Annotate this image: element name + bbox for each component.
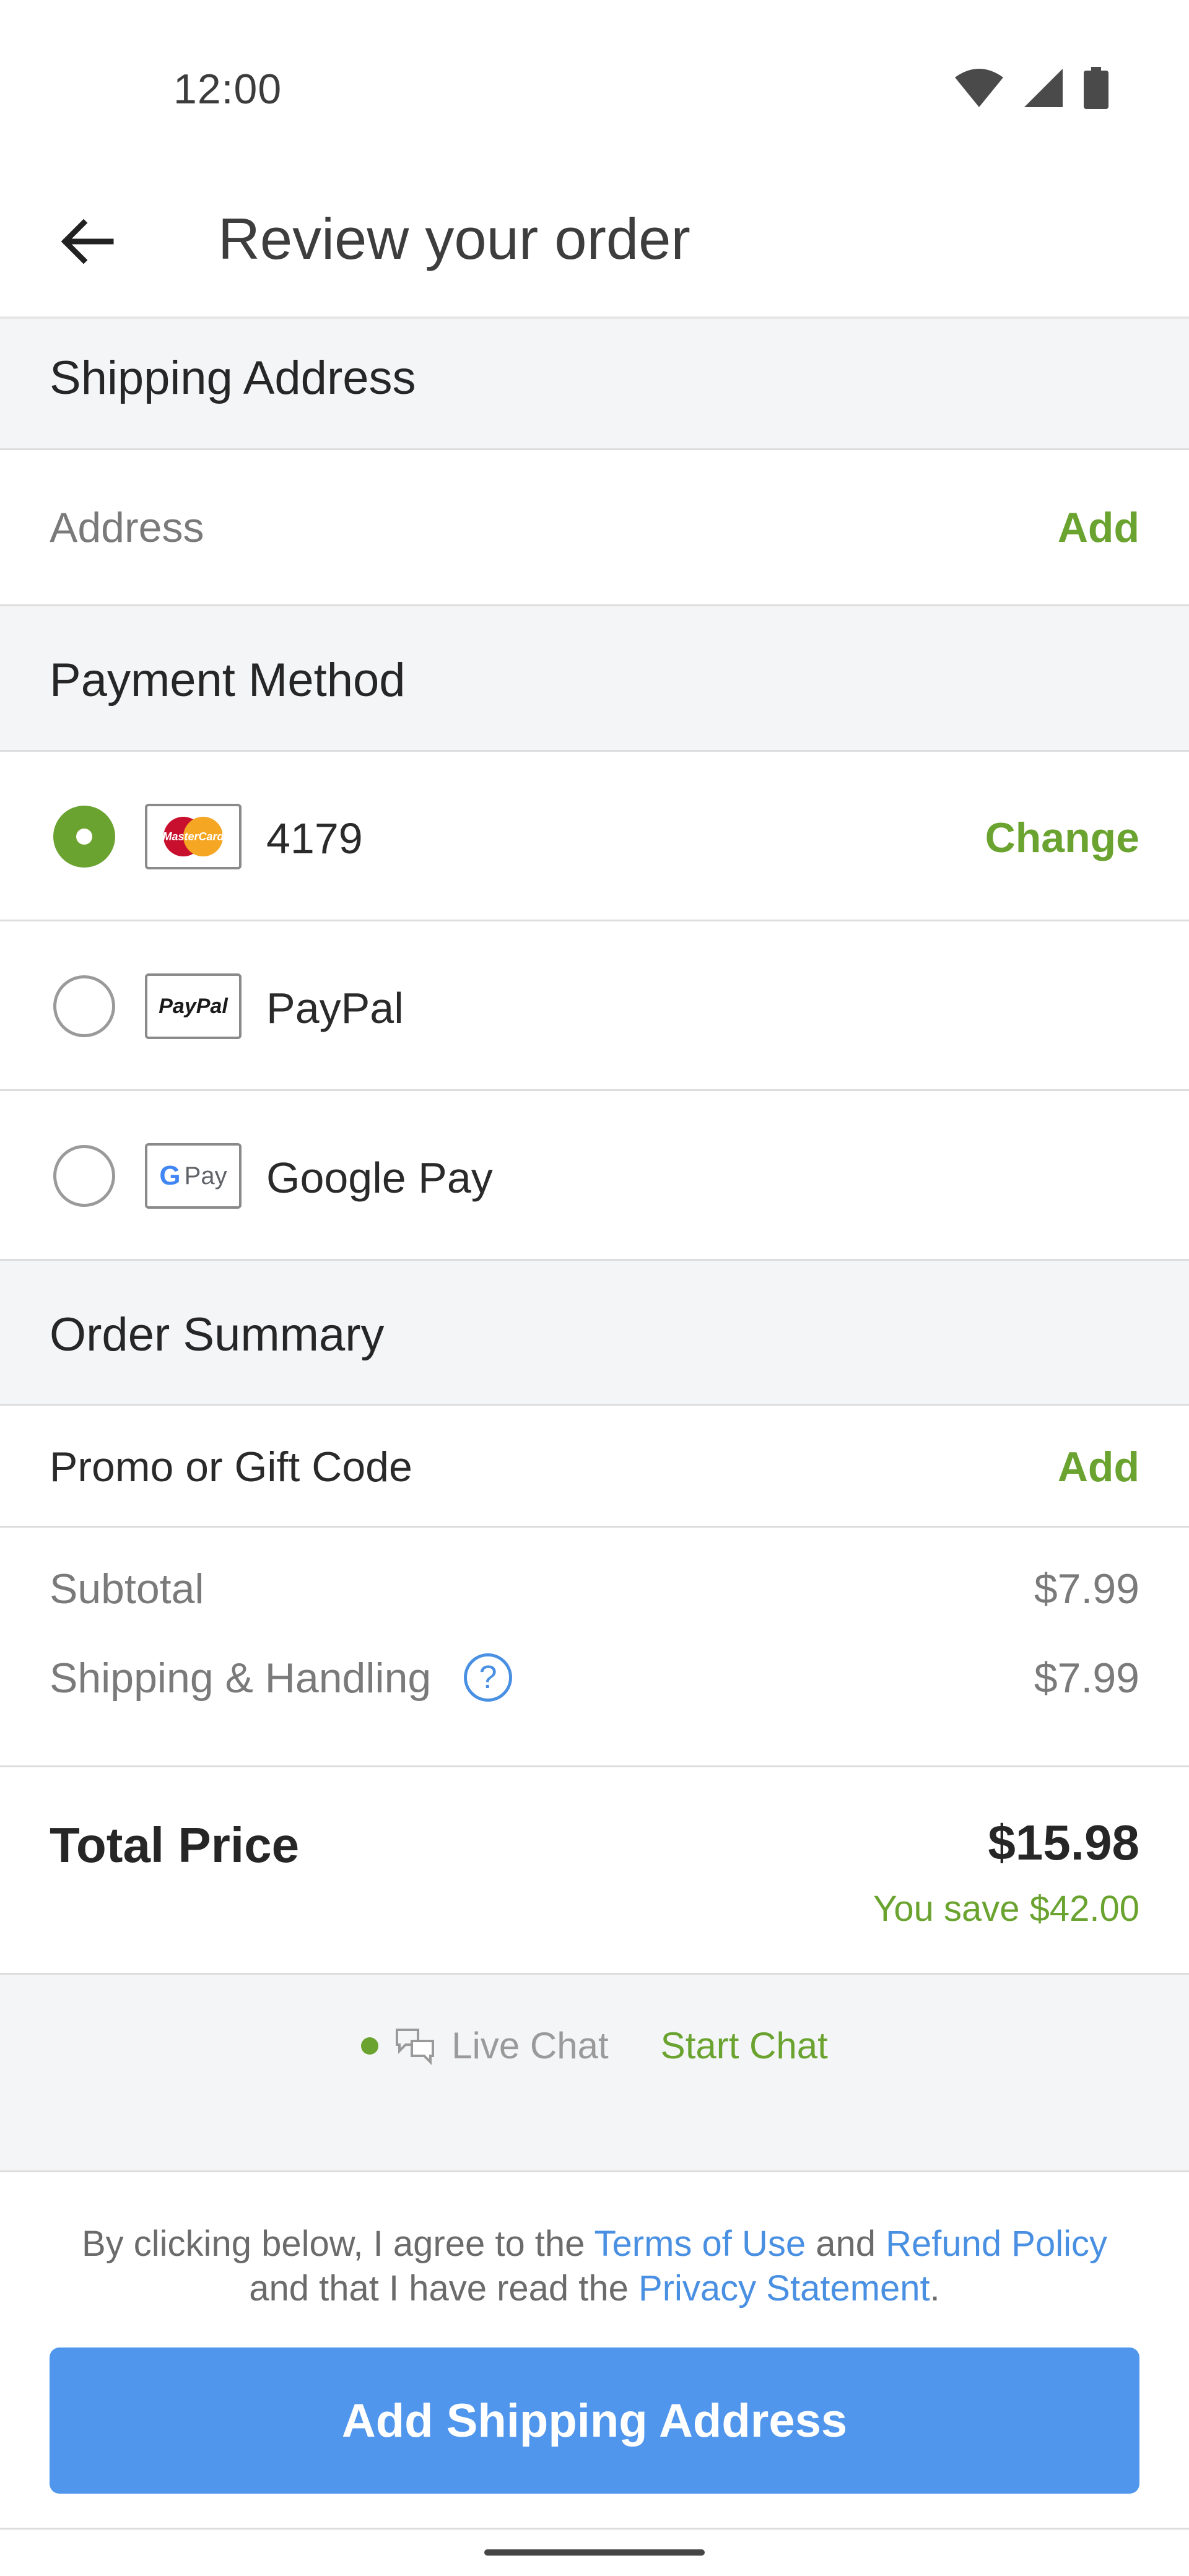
online-status-dot [361,2037,379,2055]
total-price-label: Total Price [50,1817,300,1873]
subtotal-label: Subtotal [50,1565,204,1612]
add-shipping-address-button[interactable]: Add Shipping Address [50,2348,1139,2494]
wifi-icon [955,69,1003,107]
google-pay-logo: G Pay [145,1143,242,1209]
shipping-handling-label: Shipping & Handling [50,1655,432,1702]
total-price-block: Total Price $15.98 You save $42.00 [0,1767,1189,1975]
legal-text-suffix: . [930,2268,940,2308]
price-breakdown: Subtotal $7.99 Shipping & Handling ? $7.… [0,1528,1189,1767]
order-summary-header: Order Summary [0,1261,1189,1406]
legal-text-middle: and that I have read the [249,2268,639,2308]
status-bar: 12:00 [0,0,1189,180]
home-indicator[interactable] [484,2549,705,2556]
google-pay-label: Google Pay [266,1154,493,1202]
payment-option-google-pay[interactable]: G Pay Google Pay [0,1091,1189,1261]
privacy-statement-link[interactable]: Privacy Statement [638,2268,930,2308]
address-label: Address [50,504,204,551]
app-bar: Review your order [0,180,1189,319]
radio-google-pay[interactable] [53,1145,115,1207]
shipping-handling-value: $7.99 [1034,1655,1139,1702]
promo-code-label: Promo or Gift Code [50,1443,412,1490]
start-chat-button[interactable]: Start Chat [661,2024,828,2067]
terms-of-use-link[interactable]: Terms of Use [594,2224,806,2264]
shipping-line: Shipping & Handling ? $7.99 [50,1653,1139,1705]
paypal-label: PayPal [266,984,404,1032]
mastercard-logo: MasterCard [145,804,242,869]
question-circle-icon[interactable]: ? [464,1653,513,1702]
payment-option-paypal[interactable]: PayPal PayPal [0,921,1189,1091]
checkout-footer: By clicking below, I agree to the Terms … [0,2170,1189,2530]
paypal-logo-text: PayPal [159,994,228,1018]
shipping-address-title: Shipping Address [50,352,416,404]
google-pay-logo-text: Pay [184,1162,227,1190]
radio-mastercard[interactable] [53,806,115,868]
battery-icon [1084,67,1108,109]
add-promo-button[interactable]: Add [1058,1443,1139,1491]
total-price-value: $15.98 [988,1815,1139,1870]
payment-option-mastercard[interactable]: MasterCard 4179 Change [0,752,1189,921]
savings-text: You save $42.00 [873,1889,1139,1929]
subtotal-value: $7.99 [1034,1565,1139,1612]
radio-paypal[interactable] [53,975,115,1037]
payment-method-title: Payment Method [50,654,406,707]
signal-icon [1024,69,1063,107]
add-address-button[interactable]: Add [1058,503,1139,552]
chat-bubbles-icon [396,2028,435,2065]
live-chat-area: Live Chat Start Chat [0,1975,1189,2170]
paypal-logo: PayPal [145,973,242,1039]
status-icons [955,67,1108,109]
refund-policy-link[interactable]: Refund Policy [886,2224,1107,2264]
page-title: Review your order [218,206,690,271]
legal-text-and: and [806,2224,886,2264]
promo-code-row[interactable]: Promo or Gift Code Add [0,1406,1189,1528]
arrow-left-icon [61,219,114,264]
status-time: 12:00 [173,66,282,113]
address-row[interactable]: Address Add [0,450,1189,606]
legal-notice: By clicking below, I agree to the Terms … [50,2222,1139,2311]
google-g-icon: G [159,1160,181,1191]
live-chat-label: Live Chat [451,2025,609,2066]
card-last-four: 4179 [266,814,363,863]
order-summary-title: Order Summary [50,1308,385,1361]
payment-method-header: Payment Method [0,606,1189,752]
subtotal-line: Subtotal $7.99 [50,1565,1139,1613]
legal-text-prefix: By clicking below, I agree to the [81,2224,594,2264]
back-button[interactable] [50,204,124,279]
shipping-address-header: Shipping Address [0,319,1189,450]
change-card-button[interactable]: Change [985,814,1139,862]
live-chat-row: Live Chat Start Chat [0,2024,1189,2067]
mastercard-logo-text: MasterCard [162,830,224,843]
